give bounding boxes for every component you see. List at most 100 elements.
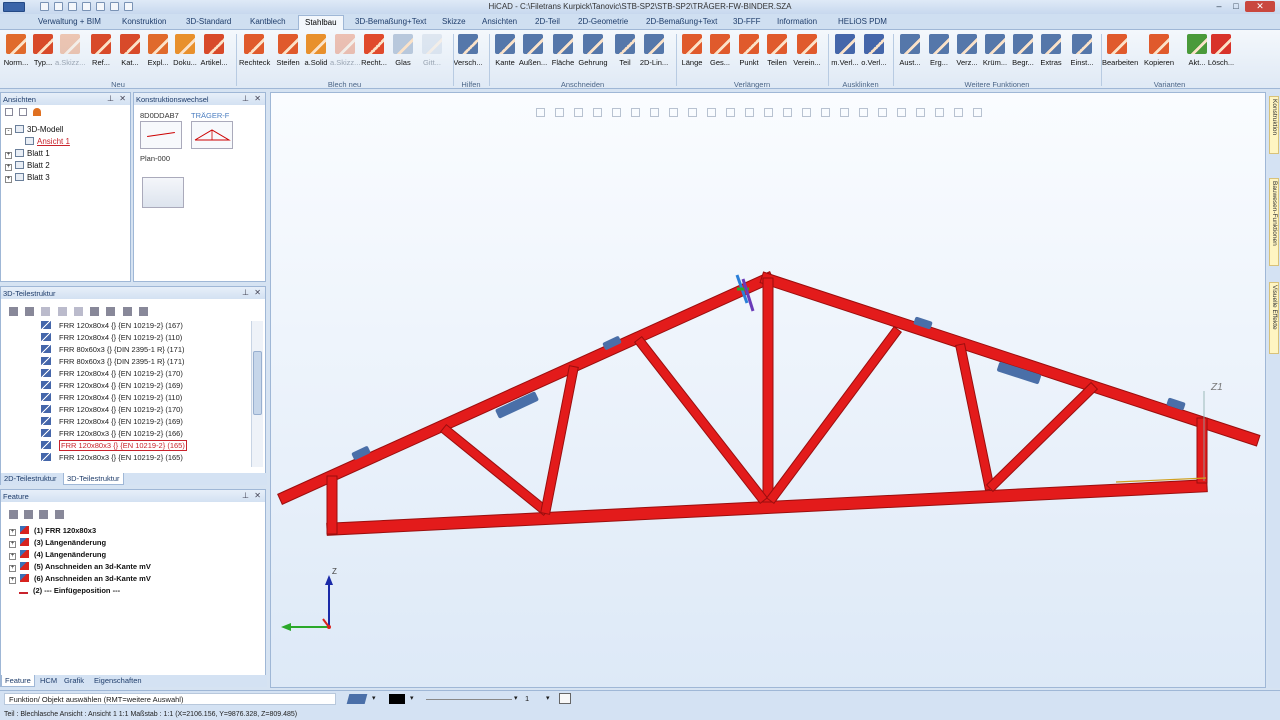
ribbon-button-einst[interactable]: Einst... [1067,34,1097,67]
ribbon-button-punkt[interactable]: Punkt [734,34,764,67]
tab-skizze[interactable]: Skizze [442,17,466,26]
close-panel-icon[interactable]: ✕ [254,94,261,103]
expand-icon[interactable]: + [9,565,16,572]
feature-tool-icon[interactable] [39,510,49,519]
ribbon-button-a-skizz[interactable]: a.Skizz... [330,34,360,67]
list-item[interactable]: FRR 120x80x4 {} {EN 10219-2} (169) [41,381,183,390]
tree-item-blatt-1[interactable]: + Blatt 1 [5,149,50,159]
feature-item[interactable]: (2) --- Einfügeposition --- [19,586,120,595]
list-item[interactable]: FRR 120x80x4 {} {EN 10219-2} (170) [41,405,183,414]
thumbnail-8d0ddab7[interactable] [140,121,182,149]
ribbon-button-steifen[interactable]: Steifen [273,34,303,67]
ribbon-button-begr[interactable]: Begr... [1008,34,1038,67]
expand-icon[interactable]: + [5,152,12,159]
ribbon-button-recht[interactable]: Recht... [359,34,389,67]
minimize-button[interactable]: – [1211,1,1227,12]
thumbnail-plan[interactable] [142,177,184,208]
expand-icon[interactable]: + [5,176,12,183]
close-panel-icon[interactable]: ✕ [254,288,261,297]
ribbon-button-verz[interactable]: Verz... [952,34,982,67]
pin-icon[interactable]: ⊥ [107,94,114,103]
tab-2d-teilestruktur[interactable]: 2D-Teilestruktur [1,473,60,484]
dropdown-arrow-icon[interactable]: ▾ [372,694,376,702]
tab-3d-bema-ung-text[interactable]: 3D-Bemaßung+Text [355,17,426,26]
top-chord-left[interactable] [278,272,774,504]
ribbon-button-o-verl[interactable]: o.Verl... [859,34,889,67]
vertical[interactable] [541,366,578,514]
tab-information[interactable]: Information [777,17,817,26]
list-item[interactable]: FRR 120x80x3 {} {EN 10219-2} (165) [41,440,187,451]
command-prompt[interactable]: Funktion/ Objekt auswählen (RMT=weitere … [4,693,336,705]
thumbnail-traeger[interactable] [191,121,233,149]
teilestruktur-scrollbar[interactable] [251,321,263,467]
ribbon-button-ges[interactable]: Ges... [705,34,735,67]
tab-ansichten[interactable]: Ansichten [482,17,517,26]
tab-helios-pdm[interactable]: HELiOS PDM [838,17,887,26]
tab-2d-geometrie[interactable]: 2D-Geometrie [578,17,628,26]
tab-2d-teil[interactable]: 2D-Teil [535,17,560,26]
list-item[interactable]: FRR 80x60x3 {} {DIN 2395-1 R} (171) [41,345,185,354]
ribbon-button-m-verl[interactable]: m.Verl... [830,34,860,67]
close-panel-icon[interactable]: ✕ [119,94,126,103]
ribbon-button-a-skizz[interactable]: a.Skizz... [55,34,85,67]
ribbon-button-artikel[interactable]: Artikel... [199,34,229,67]
pin-icon[interactable]: ⊥ [242,288,249,297]
ribbon-button-kat[interactable]: Kat... [115,34,145,67]
ribbon-button-gitt[interactable]: Gitt... [417,34,447,67]
struct-tool-icon[interactable] [9,307,18,316]
tab-grafik[interactable]: Grafik [61,675,87,686]
list-item[interactable]: FRR 120x80x4 {} {EN 10219-2} (167) [41,321,183,330]
expand-icon[interactable]: + [9,529,16,536]
tab-2d-bema-ung-text[interactable]: 2D-Bemaßung+Text [646,17,717,26]
struct-tool-icon[interactable] [25,307,35,316]
list-item[interactable]: FRR 80x60x3 {} {DIN 2395-1 R} (171) [41,357,185,366]
feature-item[interactable]: + (3) Längenänderung [9,538,106,548]
truss-model[interactable] [271,93,1265,687]
ribbon-button-aust[interactable]: Aust... [895,34,925,67]
tab-konstruktion[interactable]: Konstruktion [122,17,166,26]
ribbon-button-2d-lin[interactable]: 2D-Lin... [639,34,669,67]
feature-tool-icon[interactable] [9,510,18,519]
tab-3d-fff[interactable]: 3D-FFF [733,17,761,26]
struct-tool-icon[interactable] [73,307,83,316]
tab-stahlbau[interactable]: Stahlbau [298,15,344,30]
ribbon-button-krüm[interactable]: Krüm... [980,34,1010,67]
tree-item-blatt-2[interactable]: + Blatt 2 [5,161,50,171]
ribbon-button-glas[interactable]: Glas [388,34,418,67]
ribbon-button-länge[interactable]: Länge [677,34,707,67]
diagonal[interactable] [441,425,549,515]
list-item[interactable]: FRR 120x80x4 {} {EN 10219-2} (170) [41,369,183,378]
expand-icon[interactable]: + [9,553,16,560]
ribbon-button-erg[interactable]: Erg... [924,34,954,67]
diagonal[interactable] [635,337,767,503]
dropdown-arrow-icon[interactable]: ▾ [546,694,550,702]
line-width-value[interactable]: 1 [525,694,529,703]
diagonal[interactable] [767,327,901,503]
tree-toggle-icon[interactable] [5,108,13,116]
ribbon-button-kopieren[interactable]: Kopieren [1144,34,1174,67]
ribbon-button-rechteck[interactable]: Rechteck [239,34,270,67]
tree-list-icon[interactable] [19,108,28,116]
diagonal[interactable] [956,344,994,490]
struct-tool-icon[interactable] [122,307,132,316]
struct-tool-icon[interactable] [57,307,67,316]
3d-viewport[interactable]: Z1 Z [270,92,1266,688]
list-item[interactable]: FRR 120x80x3 {} {EN 10219-2} (165) [41,453,183,462]
feature-item[interactable]: + (5) Anschneiden an 3d-Kante mV [9,562,151,572]
settings-icon[interactable] [559,693,571,704]
expand-icon[interactable]: - [5,128,12,135]
feature-item[interactable]: + (4) Längenänderung [9,550,106,560]
ribbon-button-norm[interactable]: Norm... [1,34,31,67]
ribbon-button-kante[interactable]: Kante [490,34,520,67]
ribbon-button-doku[interactable]: Doku... [170,34,200,67]
feature-item[interactable]: + (1) FRR 120x80x3 [9,526,96,536]
layer-icon[interactable] [346,694,368,704]
expand-icon[interactable]: + [9,577,16,584]
tab-eigenschaften[interactable]: Eigenschaften [91,675,145,686]
feature-tool-icon[interactable] [54,510,64,519]
tree-item-blatt-3[interactable]: + Blatt 3 [5,173,50,183]
ribbon-button-verein[interactable]: Verein... [792,34,822,67]
dropdown-arrow-icon[interactable]: ▾ [410,694,414,702]
ribbon-button-teilen[interactable]: Teilen [762,34,792,67]
tab-3d-teilestruktur[interactable]: 3D-Teilestruktur [63,473,124,485]
